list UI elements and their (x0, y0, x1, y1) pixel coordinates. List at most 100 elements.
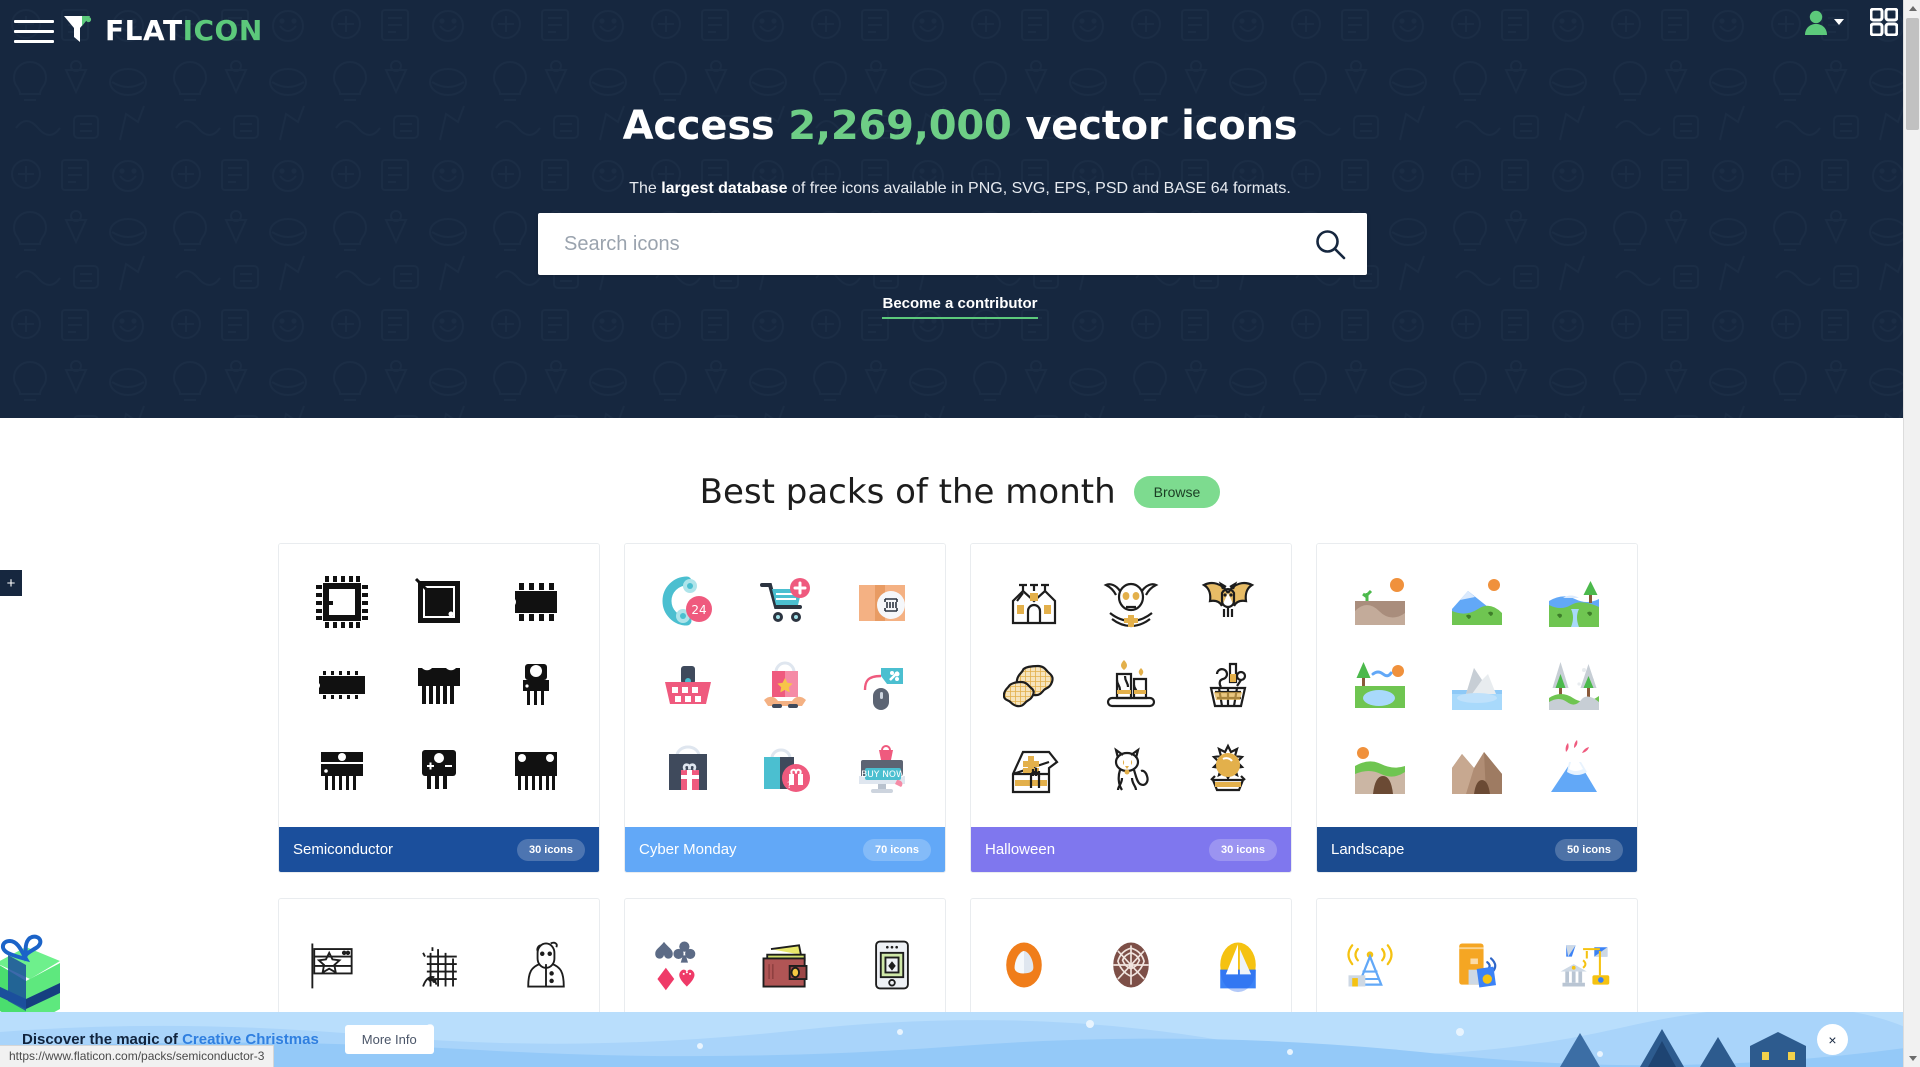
lake-landscape-icon (1354, 662, 1405, 709)
card-suits-icon (655, 941, 696, 991)
page-scrollbar[interactable] (1903, 0, 1920, 1067)
pack-card-landscape[interactable]: Landscape 50 icons (1316, 543, 1638, 873)
hero-title-prefix: Access (622, 103, 789, 149)
search-input[interactable] (538, 213, 1293, 275)
pack-card-row2-1[interactable] (278, 898, 600, 1018)
hero-subtitle: The largest database of free icons avail… (0, 180, 1920, 198)
apps-grid-button[interactable] (1870, 8, 1898, 36)
search-bar[interactable] (538, 213, 1367, 275)
pack-preview-icons (279, 544, 599, 827)
svg-text:?: ? (787, 781, 792, 791)
hero-subtitle-bold: largest database (661, 180, 788, 197)
pack-name: Halloween (985, 841, 1056, 858)
pack-card-halloween[interactable]: Halloween 30 icons (970, 543, 1292, 873)
mobile-card-icon (874, 940, 909, 990)
hero-title: Access 2,269,000 vector icons (0, 103, 1920, 149)
hero-section: FLATICON Access 2,269,000 vector icons T… (0, 0, 1920, 418)
smart-fridge-wifi-icon (1459, 943, 1497, 988)
pack-card-row2-2[interactable] (624, 898, 946, 1018)
promo-banner: Discover the magic of Creative Christmas… (0, 1012, 1920, 1067)
svg-text:24: 24 (691, 603, 706, 617)
section-title: Best packs of the month (699, 472, 1116, 512)
gift-bag-icon (668, 745, 707, 791)
status-bar-url: https://www.flaticon.com/packs/semicondu… (0, 1045, 275, 1067)
add-to-cart-icon (759, 577, 810, 622)
valley-river-icon (1549, 580, 1600, 627)
candles-icon (1106, 660, 1156, 708)
pack-card-cyber-monday[interactable]: 24 ? BUY NOW Cyber Monday 70 icons (624, 543, 946, 873)
hero-icon-count: 2,269,000 (788, 103, 1012, 149)
logo-mark-icon (64, 16, 92, 42)
hero-background-pattern (0, 0, 1920, 418)
pack-grid: Semiconductor 30 icons 24 ? BUY NOW Cybe… (278, 543, 1642, 873)
chevron-down-icon (1834, 19, 1844, 25)
flag-star-outline-icon (311, 943, 353, 989)
wallet-money-icon (762, 944, 808, 988)
cloud-badge-icon (1006, 942, 1043, 988)
ic-dual-icon (515, 752, 558, 791)
mountain-landscape-icon (1451, 578, 1502, 625)
search-button[interactable] (1293, 213, 1367, 275)
pack-footer: Cyber Monday 70 icons (625, 827, 945, 872)
bat-icon (1202, 581, 1255, 617)
menu-icon[interactable] (14, 14, 54, 48)
coffin-icon (1011, 751, 1059, 794)
pack-name: Semiconductor (293, 841, 394, 858)
scrollbar-thumb[interactable] (1906, 18, 1919, 130)
expand-panel-button[interactable]: + (0, 570, 22, 596)
chip-soic-icon (515, 582, 558, 621)
logo-text-icon: ICON (182, 13, 263, 47)
logo-text: FLATICON (105, 14, 263, 47)
canyon-rocks-icon (1451, 752, 1502, 795)
pack-footer: Halloween 30 icons (971, 827, 1291, 872)
browse-button[interactable]: Browse (1133, 476, 1221, 508)
cotton-balls-icon (1002, 665, 1054, 708)
desert-landscape-icon (1354, 577, 1405, 625)
crystal-ball-icon (1210, 743, 1247, 792)
package-barcode-icon (859, 584, 906, 621)
pack-name: Cyber Monday (639, 841, 737, 858)
best-packs-header: Best packs of the month Browse (0, 472, 1920, 512)
discount-mouse-icon (864, 668, 904, 711)
pack-name: Landscape (1331, 841, 1405, 858)
logo-text-flat: FLAT (105, 13, 183, 47)
more-info-button[interactable]: More Info (344, 1025, 434, 1054)
top-bar: FLATICON (0, 0, 1920, 62)
spiderweb-badge-icon (1113, 942, 1149, 988)
top-bar-actions (1803, 8, 1898, 36)
mystery-gift-icon: ? (763, 748, 810, 793)
pack-card-semiconductor[interactable]: Semiconductor 30 icons (278, 543, 600, 873)
become-contributor-link[interactable]: Become a contributor (882, 295, 1038, 319)
pack-preview-icons (971, 544, 1291, 827)
premium-bag-icon (763, 661, 806, 709)
close-icon[interactable]: × (1817, 1024, 1848, 1055)
volcano-icon (1551, 740, 1598, 793)
scroll-down-button[interactable] (1904, 1050, 1920, 1067)
black-cat-icon (1114, 747, 1149, 791)
chevron-down-icon (1908, 1056, 1917, 1061)
account-menu-button[interactable] (1803, 8, 1844, 36)
transistor-to220-icon (523, 664, 550, 706)
menu-bar-2 (14, 29, 54, 33)
menu-bar-3 (14, 39, 54, 43)
search-icon (1316, 230, 1346, 260)
buy-now-monitor-icon: BUY NOW (859, 745, 905, 794)
hero-subtitle-before: The (629, 180, 662, 197)
grid-icon (1870, 8, 1898, 36)
pack-icon-count: 70 icons (862, 838, 931, 861)
pack-icon-count: 30 icons (1208, 838, 1277, 861)
scroll-up-button[interactable] (1904, 0, 1920, 17)
pack-icon-count: 30 icons (516, 838, 585, 861)
haunted-house-icon (1011, 583, 1056, 624)
snowy-forest-icon (1549, 662, 1600, 711)
pack-card-row2-3[interactable] (970, 898, 1292, 1018)
flaticon-logo[interactable]: FLATICON (62, 10, 263, 50)
pack-card-row2-4[interactable] (1316, 898, 1638, 1018)
candy-basket-icon (1209, 663, 1247, 708)
pack-preview-icons (1317, 544, 1637, 827)
voltage-regulator-icon (421, 750, 456, 790)
pack-preview-icons: 24 ? BUY NOW (625, 544, 945, 827)
user-icon (1805, 10, 1827, 35)
iceberg-icon (1451, 668, 1502, 711)
hero-title-suffix: vector icons (1011, 103, 1298, 149)
